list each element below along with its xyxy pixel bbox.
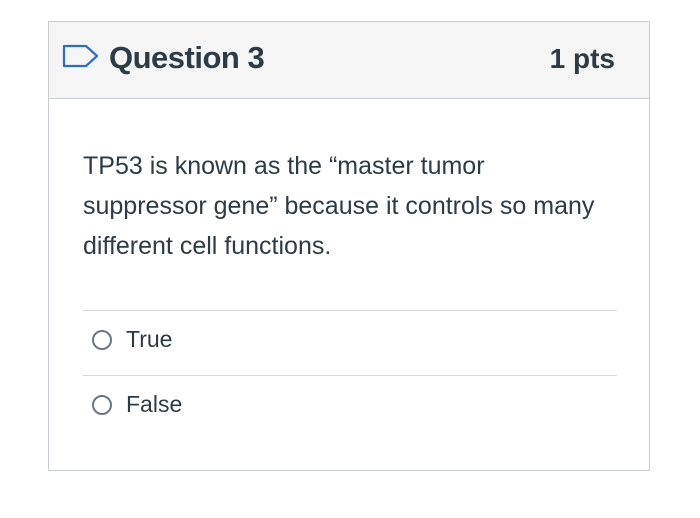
question-points: 1 pts bbox=[549, 43, 615, 74]
question-text: TP53 is known as the “master tumor suppr… bbox=[83, 152, 595, 260]
question-header: Question 3 1 pts bbox=[49, 22, 649, 99]
answer-label: True bbox=[126, 326, 173, 352]
answer-option-true[interactable]: True bbox=[83, 311, 617, 371]
answer-label: False bbox=[126, 391, 183, 417]
flag-question-icon[interactable] bbox=[62, 44, 100, 68]
question-title: Question 3 bbox=[109, 40, 265, 75]
radio-true[interactable] bbox=[92, 330, 112, 350]
question-card: Question 3 1 pts TP53 is known as the “m… bbox=[48, 21, 650, 471]
answer-option-false[interactable]: False bbox=[83, 376, 617, 436]
radio-false[interactable] bbox=[92, 395, 112, 415]
